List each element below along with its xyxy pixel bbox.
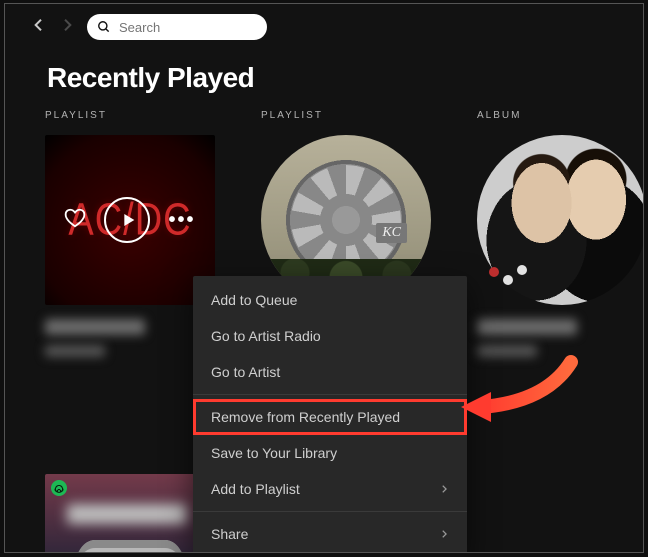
submenu-chevron-icon [439,529,449,539]
menu-item-label: Go to Artist [211,364,280,380]
album-card[interactable]: ALBUM [477,110,644,357]
menu-separator [193,511,467,512]
cover-hover-overlay: ••• [45,135,215,305]
menu-item-label: Save to Your Library [211,445,337,461]
menu-go-to-artist[interactable]: Go to Artist [193,354,467,390]
context-menu: Add to Queue Go to Artist Radio Go to Ar… [193,276,467,553]
playlist-card[interactable]: PLAYLIST AC/DC ••• [45,110,215,357]
page-title: Recently Played [5,46,643,104]
card-overlay-text [67,504,187,524]
search-input[interactable] [117,19,257,36]
nav-forward-icon[interactable] [59,17,75,38]
menu-item-label: Add to Queue [211,292,297,308]
menu-item-label: Share [211,526,248,542]
like-heart-icon[interactable] [64,207,86,234]
menu-remove-from-recently-played[interactable]: Remove from Recently Played [193,399,467,435]
submenu-chevron-icon [439,484,449,494]
card-category: PLAYLIST [261,110,431,121]
top-navigation [5,4,643,46]
search-icon [97,20,111,34]
card-subtitle [477,345,537,357]
card-category: ALBUM [477,110,644,121]
menu-item-label: Go to Artist Radio [211,328,321,344]
nav-back-icon[interactable] [31,17,47,38]
search-field[interactable] [87,14,267,40]
annotation-arrow [461,352,581,422]
menu-separator [193,394,467,395]
menu-share[interactable]: Share [193,516,467,552]
menu-add-to-playlist[interactable]: Add to Playlist [193,471,467,507]
card-category: PLAYLIST [45,110,215,121]
menu-go-to-artist-radio[interactable]: Go to Artist Radio [193,318,467,354]
spotify-logo-icon [51,480,67,496]
menu-item-label: Remove from Recently Played [211,409,400,425]
card-subtitle [45,345,105,357]
playlist-card[interactable] [45,474,215,553]
cover-art [75,540,185,553]
cover-art [477,135,644,305]
play-button[interactable] [104,197,150,243]
cover-art-text: KC [376,223,407,243]
card-title [45,319,145,335]
card-title [477,319,577,335]
menu-item-label: Add to Playlist [211,481,300,497]
album-cover[interactable] [477,135,644,305]
more-options-icon[interactable]: ••• [168,209,195,232]
menu-add-to-queue[interactable]: Add to Queue [193,282,467,318]
playlist-cover[interactable]: AC/DC ••• [45,135,215,305]
app-window: Recently Played PLAYLIST AC/DC ••• [4,3,644,553]
menu-save-to-your-library[interactable]: Save to Your Library [193,435,467,471]
